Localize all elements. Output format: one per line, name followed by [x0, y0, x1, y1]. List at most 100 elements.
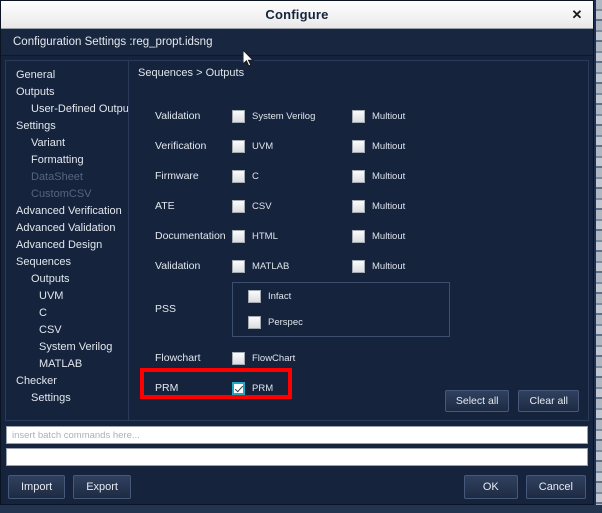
- output-row-label: Documentation: [155, 230, 226, 242]
- output-primary-option[interactable]: CSV: [232, 199, 352, 213]
- output-secondary-option[interactable]: Multiout: [352, 109, 405, 123]
- output-secondary-option[interactable]: Multiout: [352, 259, 406, 273]
- checkbox-label-flowchart: FlowChart: [252, 352, 296, 364]
- output-row-label: Verification: [155, 140, 207, 152]
- sidebar-item-advanced-design[interactable]: Advanced Design: [6, 237, 128, 254]
- output-row: ATE CSV Multiout: [129, 191, 588, 221]
- output-secondary-option[interactable]: Multiout: [352, 199, 405, 213]
- sidebar-item-outputs[interactable]: Outputs: [6, 271, 128, 288]
- checkbox-label: Multiout: [372, 260, 406, 272]
- output-row: Verification UVM Multiout: [129, 131, 588, 161]
- checkbox-label-perspec: Perspec: [268, 316, 303, 328]
- prm-option[interactable]: PRM: [232, 381, 352, 395]
- batch-command-input[interactable]: [6, 426, 588, 444]
- sidebar-item-matlab[interactable]: MATLAB: [6, 356, 128, 373]
- checkbox-multiout[interactable]: [352, 229, 365, 243]
- sidebar-item-outputs[interactable]: Outputs: [6, 84, 128, 101]
- dialog-titlebar: Configure ✕: [1, 1, 593, 29]
- checkbox-multiout[interactable]: [352, 259, 365, 273]
- flowchart-option[interactable]: FlowChart: [232, 351, 352, 365]
- checkbox-infact[interactable]: [248, 289, 261, 303]
- flowchart-row: Flowchart FlowChart: [129, 343, 588, 373]
- batch-output-input[interactable]: [6, 448, 588, 466]
- checkbox-flowchart[interactable]: [232, 351, 245, 365]
- sidebar-item-advanced-verification[interactable]: Advanced Verification: [6, 203, 128, 220]
- checkbox-label: MATLAB: [252, 260, 290, 272]
- output-rows: Validation System Verilog Multiout Verifica…: [129, 101, 588, 281]
- clear-all-button[interactable]: Clear all: [518, 390, 579, 412]
- footer-right-buttons: OK Cancel: [463, 475, 586, 499]
- output-primary-option[interactable]: MATLAB: [232, 259, 352, 273]
- pss-row-label: PSS: [155, 303, 177, 315]
- output-primary-option[interactable]: System Verilog: [232, 109, 352, 123]
- checkbox-csv[interactable]: [232, 199, 245, 213]
- sidebar-item-advanced-validation[interactable]: Advanced Validation: [6, 220, 128, 237]
- checkbox-html[interactable]: [232, 229, 245, 243]
- outputs-panel: Sequences > Outputs Validation System Ver…: [129, 60, 589, 421]
- checkbox-system-verilog[interactable]: [232, 109, 245, 123]
- sidebar-item-general[interactable]: General: [6, 67, 128, 84]
- sidebar-item-c[interactable]: C: [6, 305, 128, 322]
- checkbox-label: Multiout: [372, 170, 406, 182]
- export-button[interactable]: Export: [73, 475, 131, 499]
- dialog-body: General Outputs User-Defined Outputs Settin…: [1, 56, 593, 421]
- output-primary-option[interactable]: C: [232, 169, 352, 183]
- output-row-label: Validation: [155, 260, 201, 272]
- checkbox-perspec[interactable]: [248, 315, 261, 329]
- checkbox-label: HTML: [252, 230, 278, 242]
- sidebar-item-user-defined-outputs[interactable]: User-Defined Outputs: [6, 101, 128, 118]
- sidebar-item-sequences[interactable]: Sequences: [6, 254, 128, 271]
- sidebar-item-formatting[interactable]: Formatting: [6, 152, 128, 169]
- sidebar-item-uvm[interactable]: UVM: [6, 288, 128, 305]
- output-row: Firmware C Multiout: [129, 161, 588, 191]
- checkbox-label: UVM: [252, 140, 274, 152]
- sidebar-item-datasheet: DataSheet: [31, 171, 83, 183]
- checkbox-multiout[interactable]: [352, 169, 365, 183]
- checkbox-label: CSV: [252, 200, 272, 212]
- select-all-button[interactable]: Select all: [444, 390, 510, 412]
- checkbox-multiout[interactable]: [352, 139, 365, 153]
- sidebar-item-customcsv: CustomCSV: [31, 188, 92, 200]
- output-row: Validation System Verilog Multiout: [129, 101, 588, 131]
- flowchart-row-label: Flowchart: [155, 352, 201, 364]
- sidebar-item-system-verilog[interactable]: System Verilog: [6, 339, 128, 356]
- output-secondary-option[interactable]: Multiout: [352, 139, 406, 153]
- ok-button[interactable]: OK: [463, 475, 518, 499]
- checkbox-uvm[interactable]: [232, 139, 245, 153]
- settings-tree[interactable]: General Outputs User-Defined Outputs Settin…: [5, 60, 129, 421]
- output-primary-option[interactable]: HTML: [232, 229, 352, 243]
- output-secondary-option[interactable]: Multiout: [352, 229, 406, 243]
- dialog-title: Configure: [265, 7, 329, 22]
- checkbox-label: Multiout: [372, 140, 406, 152]
- sidebar-item-variant[interactable]: Variant: [6, 135, 128, 152]
- pss-option-infact[interactable]: Infact: [248, 283, 449, 309]
- pss-option-perspec[interactable]: Perspec: [248, 309, 449, 335]
- dialog-footer: Import Export OK Cancel: [1, 470, 593, 504]
- output-row: Documentation HTML Multiout: [129, 221, 588, 251]
- checkbox-label: Multiout: [372, 230, 406, 242]
- sidebar-item-checker[interactable]: Checker: [6, 373, 128, 390]
- output-row-label: Firmware: [155, 170, 199, 182]
- configuration-settings-label: Configuration Settings :reg_propt.idsng: [13, 36, 213, 48]
- prm-row-label: PRM: [155, 382, 179, 394]
- panel-action-buttons: Select all Clear all: [444, 390, 579, 412]
- checkbox-prm[interactable]: [232, 381, 245, 395]
- checkbox-multiout[interactable]: [352, 199, 365, 213]
- configure-dialog: Configure ✕ Configuration Settings :reg_…: [0, 0, 594, 505]
- checkbox-matlab[interactable]: [232, 259, 245, 273]
- sidebar-item-csv[interactable]: CSV: [6, 322, 128, 339]
- checkbox-label: C: [252, 170, 259, 182]
- sidebar-item-settings[interactable]: Settings: [6, 390, 128, 407]
- checkbox-c[interactable]: [232, 169, 245, 183]
- output-primary-option[interactable]: UVM: [232, 139, 352, 153]
- background-window-bottom-edge: [0, 505, 602, 513]
- checkbox-label-infact: Infact: [268, 290, 292, 302]
- batch-command-area: [1, 421, 593, 470]
- close-icon[interactable]: ✕: [567, 5, 587, 25]
- sidebar-item-settings[interactable]: Settings: [6, 118, 128, 135]
- import-button[interactable]: Import: [8, 475, 66, 499]
- cancel-button[interactable]: Cancel: [525, 475, 586, 499]
- configuration-settings-bar: Configuration Settings :reg_propt.idsng: [1, 29, 593, 56]
- checkbox-multiout[interactable]: [352, 109, 365, 123]
- output-secondary-option[interactable]: Multiout: [352, 169, 406, 183]
